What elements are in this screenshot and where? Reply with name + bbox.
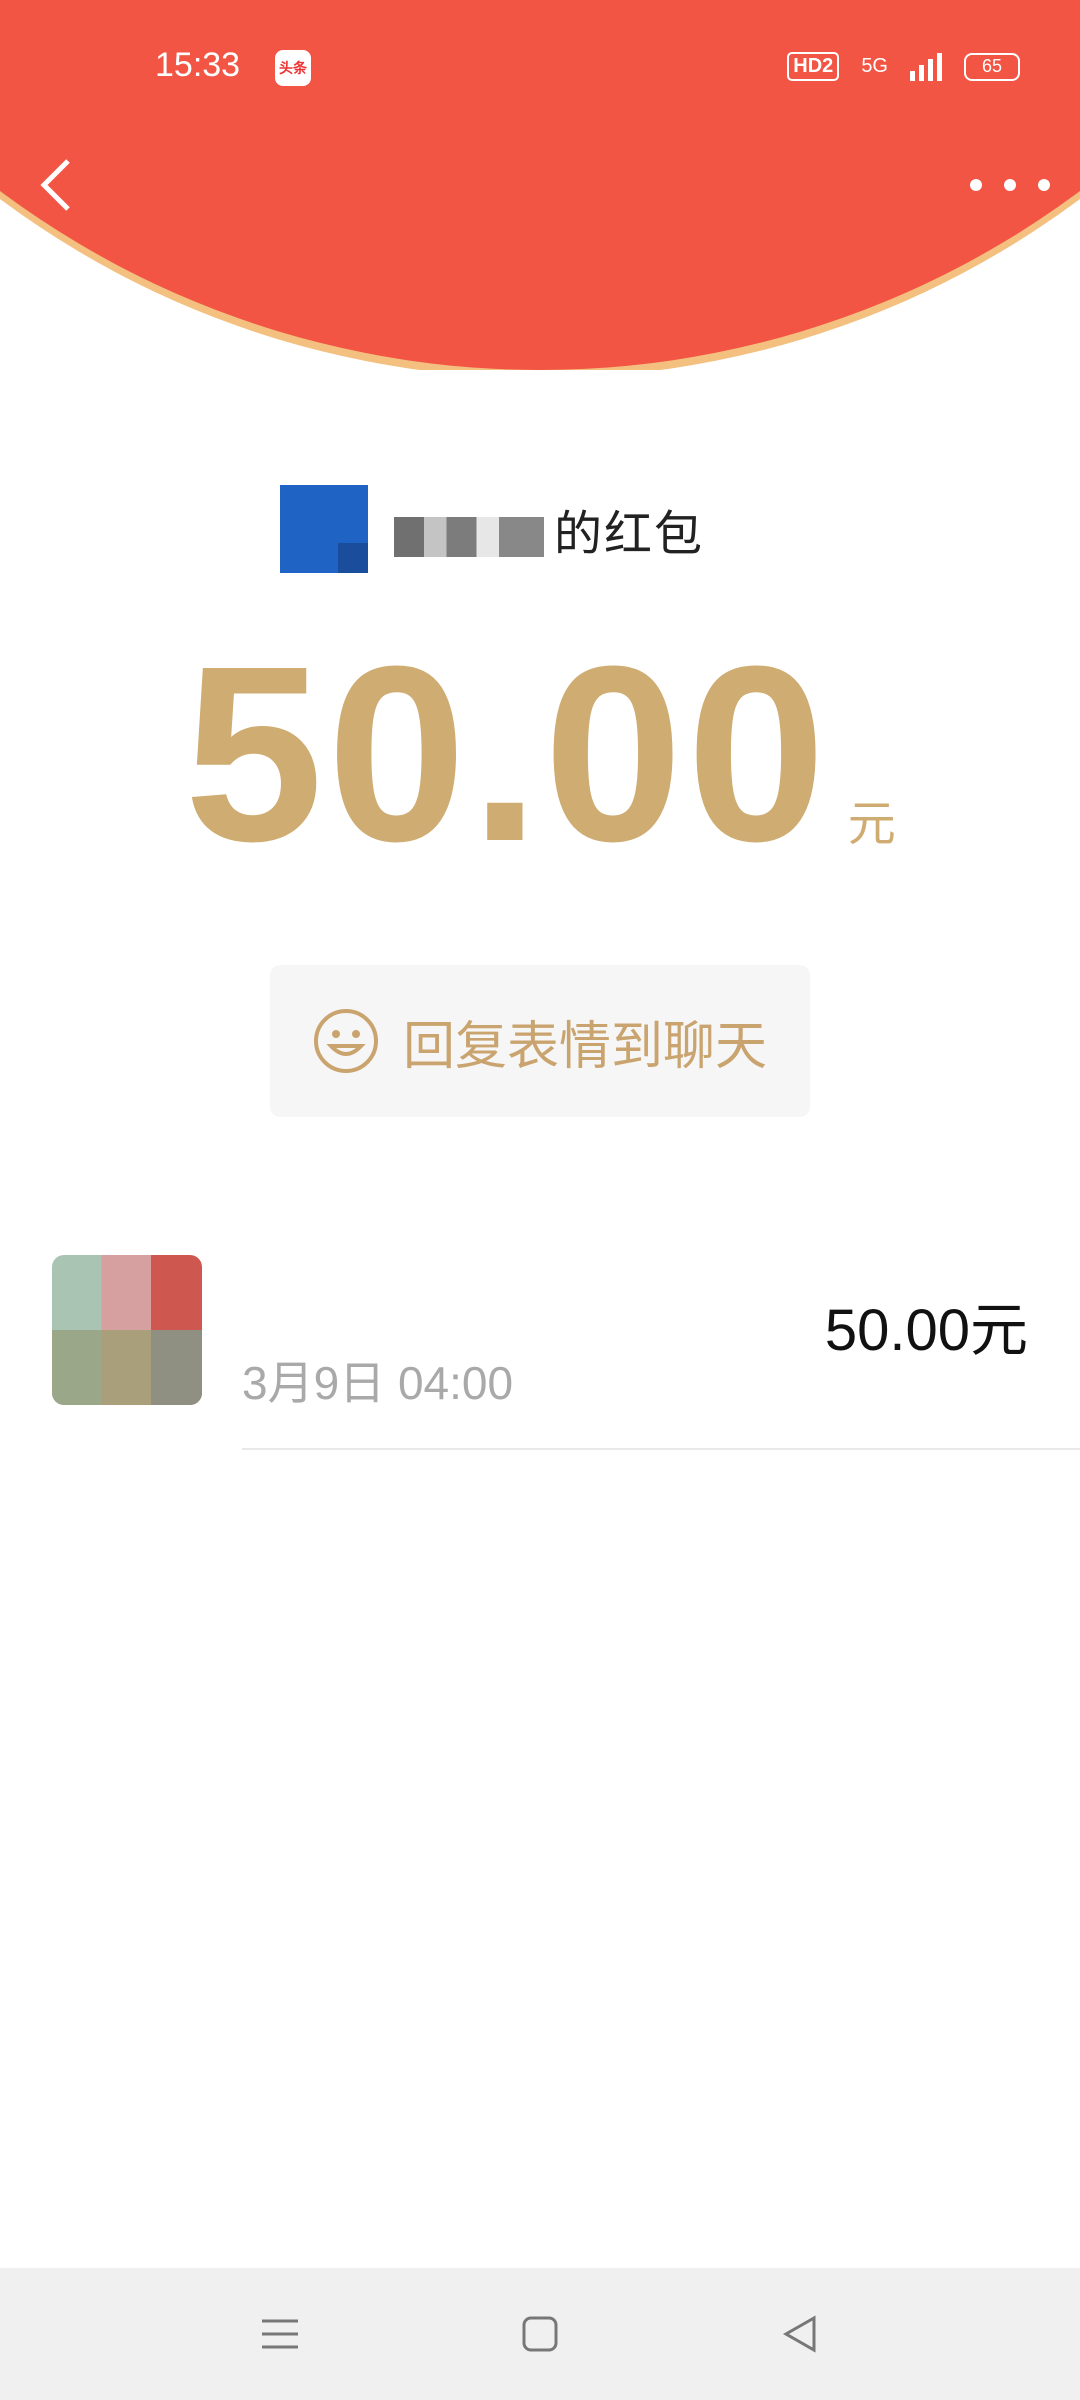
battery-level: 65	[981, 56, 1003, 76]
network-type: 5G	[861, 55, 888, 77]
receive-record-row[interactable]: 3月9日 04:00 50.00元	[0, 1255, 1080, 1450]
more-dot-icon	[1004, 179, 1016, 191]
status-time: 15:33	[155, 46, 241, 84]
sender-info: 的红包	[280, 484, 704, 574]
red-packet-amount: 50.00 元	[0, 610, 1080, 897]
recent-apps-button[interactable]	[250, 2304, 310, 2364]
reply-sticker-label: 回复表情到聊天	[402, 1017, 767, 1076]
chevron-left-icon	[40, 159, 70, 211]
system-navigation-bar	[0, 2268, 1080, 2400]
system-back-button[interactable]	[770, 2304, 830, 2364]
amount-value: 50.00	[184, 614, 830, 893]
sender-avatar	[280, 485, 368, 573]
signal-icon	[910, 52, 942, 81]
more-dot-icon	[970, 179, 982, 191]
back-triangle-icon	[782, 2315, 816, 2353]
home-button[interactable]	[510, 2304, 570, 2364]
receiver-avatar	[52, 1255, 202, 1405]
hd-icon: HD2	[787, 52, 840, 81]
back-button[interactable]	[30, 150, 80, 220]
toutiao-app-icon: 头条	[275, 50, 311, 86]
smile-icon	[313, 1009, 378, 1073]
record-divider	[242, 1448, 1080, 1450]
red-packet-header: 15:33 头条 HD2 5G 65	[0, 0, 1080, 370]
red-packet-title-suffix: 的红包	[554, 508, 705, 561]
more-options-button[interactable]	[970, 160, 1050, 210]
menu-icon	[262, 2319, 298, 2349]
battery-icon: 65	[964, 52, 1020, 81]
receive-time: 3月9日 04:00	[242, 1357, 514, 1409]
blurred-name	[394, 517, 544, 558]
home-square-icon	[522, 2316, 558, 2352]
receive-amount: 50.00元	[824, 1298, 1028, 1363]
status-icons: HD2 5G 65	[787, 52, 1020, 81]
reply-sticker-button[interactable]: 回复表情到聊天	[270, 965, 810, 1117]
sender-name: 的红包	[394, 494, 704, 564]
amount-unit: 元	[847, 798, 896, 851]
more-dot-icon	[1038, 179, 1050, 191]
